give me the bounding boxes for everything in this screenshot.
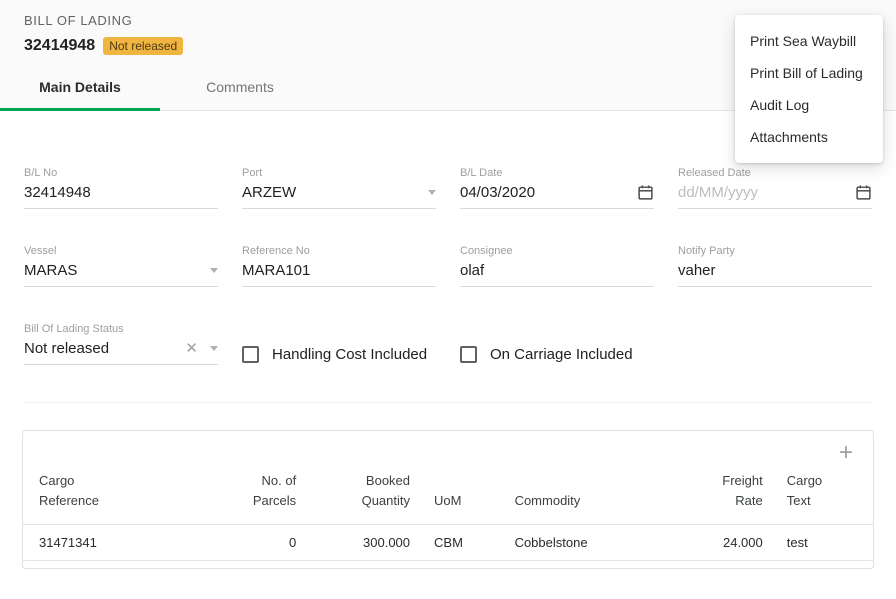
- notify-party-label: Notify Party: [678, 245, 872, 257]
- menu-item-print-sea-waybill[interactable]: Print Sea Waybill: [735, 25, 883, 57]
- column-header-booked-quantity: Booked Quantity: [346, 471, 410, 511]
- port-field-group: Port: [242, 167, 436, 209]
- column-header-commodity: Commodity: [515, 491, 581, 511]
- vessel-label: Vessel: [24, 245, 218, 257]
- column-header-cargo-text: Cargo Text: [787, 471, 831, 511]
- section-divider: [24, 402, 872, 403]
- column-header-freight-rate: Freight Rate: [713, 471, 763, 511]
- bl-status-label: Bill Of Lading Status: [24, 323, 218, 335]
- bl-status-select[interactable]: ✕: [24, 340, 218, 365]
- notify-party-input[interactable]: [678, 262, 872, 279]
- clear-icon[interactable]: ✕: [185, 341, 198, 356]
- port-input[interactable]: [242, 184, 422, 201]
- released-date-field-group: Released Date: [678, 167, 872, 209]
- released-date-input[interactable]: [678, 184, 849, 201]
- column-header-cargo-reference: Cargo Reference: [39, 471, 113, 511]
- bl-date-label: B/L Date: [460, 167, 654, 179]
- notify-party-field-group: Notify Party: [678, 245, 872, 287]
- cell-commodity[interactable]: Cobbelstone: [503, 525, 675, 561]
- bl-date-field-group: B/L Date: [460, 167, 654, 209]
- menu-item-attachments[interactable]: Attachments: [735, 121, 883, 153]
- handling-cost-checkbox[interactable]: [242, 346, 259, 363]
- tab-main-details[interactable]: Main Details: [0, 65, 160, 111]
- status-badge: Not released: [103, 37, 183, 55]
- on-carriage-checkbox[interactable]: [460, 346, 477, 363]
- vessel-field-group: Vessel: [24, 245, 218, 287]
- reference-no-input[interactable]: [242, 262, 436, 279]
- consignee-field-group: Consignee: [460, 245, 654, 287]
- cargo-table: Cargo Reference No. of Parcels Booked Qu…: [23, 463, 873, 561]
- menu-item-print-bill-of-lading[interactable]: Print Bill of Lading: [735, 57, 883, 89]
- consignee-label: Consignee: [460, 245, 654, 257]
- menu-item-audit-log[interactable]: Audit Log: [735, 89, 883, 121]
- cell-no-of-parcels[interactable]: 0: [217, 525, 308, 561]
- chevron-down-icon[interactable]: [210, 268, 218, 273]
- tab-comments[interactable]: Comments: [160, 65, 320, 111]
- cell-booked-quantity[interactable]: 300.000: [308, 525, 422, 561]
- bl-status-input[interactable]: [24, 340, 181, 357]
- table-row[interactable]: 31471341 0 300.000 CBM Cobbelstone 24.00…: [23, 525, 873, 561]
- chevron-down-icon[interactable]: [428, 190, 436, 195]
- column-header-no-of-parcels: No. of Parcels: [244, 471, 296, 511]
- handling-cost-label: Handling Cost Included: [272, 346, 427, 363]
- calendar-icon[interactable]: [855, 184, 872, 201]
- released-date-label: Released Date: [678, 167, 872, 179]
- cargo-table-header-row: Cargo Reference No. of Parcels Booked Qu…: [23, 463, 873, 525]
- cargo-card: + Cargo Reference No. of Parcels Booked …: [22, 430, 874, 569]
- on-carriage-checkbox-group[interactable]: On Carriage Included: [460, 343, 654, 365]
- calendar-icon[interactable]: [637, 184, 654, 201]
- bl-no-label: B/L No: [24, 167, 218, 179]
- bl-no-input[interactable]: [24, 184, 218, 201]
- port-label: Port: [242, 167, 436, 179]
- document-number: 32414948: [24, 37, 95, 55]
- bl-date-input[interactable]: [460, 184, 631, 201]
- bl-no-field-group: B/L No: [24, 167, 218, 209]
- reference-no-field-group: Reference No: [242, 245, 436, 287]
- port-select[interactable]: [242, 184, 436, 209]
- add-cargo-button[interactable]: +: [839, 443, 853, 463]
- chevron-down-icon[interactable]: [210, 346, 218, 351]
- reference-no-label: Reference No: [242, 245, 436, 257]
- vessel-select[interactable]: [24, 262, 218, 287]
- context-menu: Print Sea Waybill Print Bill of Lading A…: [735, 15, 883, 163]
- vessel-input[interactable]: [24, 262, 204, 279]
- handling-cost-checkbox-group[interactable]: Handling Cost Included: [242, 343, 436, 365]
- column-header-uom: UoM: [434, 491, 461, 511]
- cell-cargo-text[interactable]: test: [775, 525, 873, 561]
- cell-cargo-reference[interactable]: 31471341: [23, 525, 217, 561]
- cell-uom[interactable]: CBM: [422, 525, 503, 561]
- bl-status-field-group: Bill Of Lading Status ✕: [24, 323, 218, 365]
- on-carriage-label: On Carriage Included: [490, 346, 633, 363]
- consignee-input[interactable]: [460, 262, 654, 279]
- cell-freight-rate[interactable]: 24.000: [675, 525, 775, 561]
